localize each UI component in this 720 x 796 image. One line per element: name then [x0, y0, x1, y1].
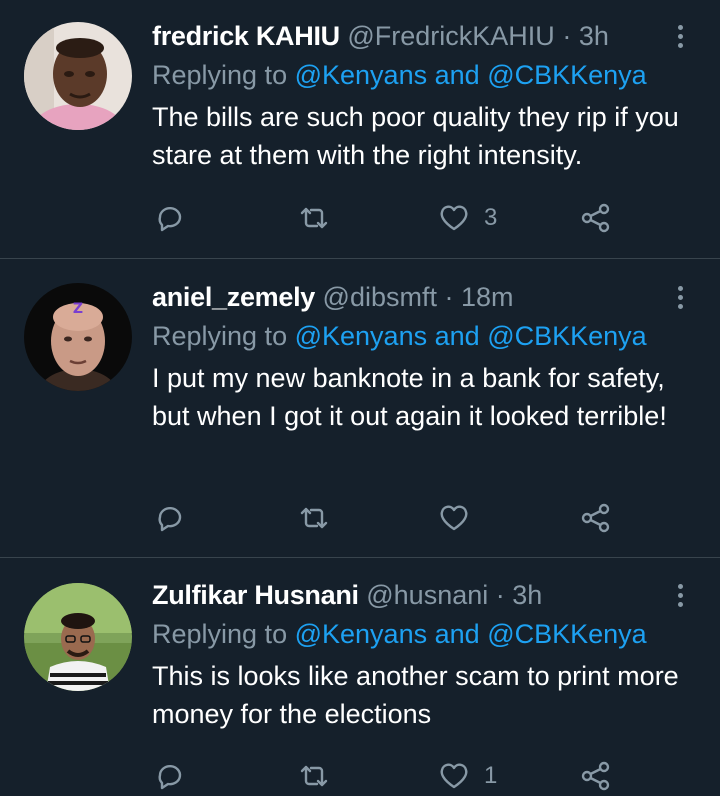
tweet-text: The bills are such poor quality they rip… — [152, 102, 679, 170]
share-button[interactable] — [580, 198, 612, 238]
retweet-button[interactable] — [298, 198, 330, 238]
like-count: 3 — [484, 204, 498, 231]
like-count: 1 — [484, 762, 498, 789]
share-button[interactable] — [580, 498, 612, 538]
heart-icon — [440, 505, 468, 531]
svg-text:Z: Z — [73, 301, 83, 317]
avatar-image — [24, 583, 132, 691]
share-icon — [581, 203, 610, 233]
share-icon — [581, 503, 610, 533]
reply-button[interactable] — [154, 756, 186, 796]
reply-icon — [158, 206, 182, 232]
tweet-text: This is looks like another scam to print… — [152, 661, 679, 729]
retweet-icon — [300, 765, 328, 787]
retweet-icon — [300, 207, 328, 229]
avatar[interactable] — [24, 583, 132, 691]
like-button[interactable]: 1 — [438, 756, 497, 796]
display-name[interactable]: aniel_zemely — [152, 282, 315, 312]
more-vertical-icon[interactable] — [670, 283, 690, 313]
avatar[interactable] — [24, 22, 132, 130]
reply-button[interactable] — [154, 198, 186, 238]
user-handle[interactable]: @FredrickKAHIU — [347, 21, 554, 51]
heart-icon — [440, 205, 468, 231]
tweet[interactable]: Zulfikar Husnani @husnani · 3h Replying … — [0, 577, 720, 794]
mention-link[interactable]: @Kenyans — [295, 619, 427, 649]
mention-link[interactable]: @CBKKenya — [487, 321, 646, 351]
mention-link[interactable]: @Kenyans — [295, 321, 427, 351]
avatar[interactable]: Z — [24, 283, 132, 391]
replying-to-label: Replying to — [152, 619, 288, 649]
tweet[interactable]: fredrick KAHIU @FredrickKAHIU · 3h Reply… — [0, 18, 720, 258]
replying-to: Replying to @Kenyans and @CBKKenya — [152, 56, 647, 94]
retweet-button[interactable] — [298, 756, 330, 796]
mention-link[interactable]: @CBKKenya — [487, 619, 646, 649]
replying-to-label: Replying to — [152, 321, 288, 351]
timestamp[interactable]: 18m — [461, 282, 514, 312]
mention-and: and — [434, 619, 480, 649]
user-handle[interactable]: @dibsmft — [323, 282, 437, 312]
display-name[interactable]: Zulfikar Husnani — [152, 580, 359, 610]
heart-icon — [440, 763, 468, 789]
reply-icon — [158, 506, 182, 532]
retweet-icon — [300, 507, 328, 529]
replying-to-label: Replying to — [152, 60, 288, 90]
mention-and: and — [434, 60, 480, 90]
timestamp[interactable]: 3h — [512, 580, 542, 610]
divider — [0, 258, 720, 259]
more-vertical-icon[interactable] — [670, 581, 690, 611]
timestamp[interactable]: 3h — [579, 21, 609, 51]
avatar-image: Z — [24, 283, 132, 391]
divider — [0, 557, 720, 558]
separator-dot: · — [562, 21, 572, 51]
retweet-button[interactable] — [298, 498, 330, 538]
replying-to: Replying to @Kenyans and @CBKKenya — [152, 615, 647, 653]
separator-dot: · — [444, 282, 454, 312]
share-icon — [581, 761, 610, 791]
more-vertical-icon[interactable] — [670, 22, 690, 52]
reply-button[interactable] — [154, 498, 186, 538]
avatar-image — [24, 22, 132, 130]
separator-dot: · — [495, 580, 505, 610]
share-button[interactable] — [580, 756, 612, 796]
reply-icon — [158, 764, 182, 790]
mention-and: and — [434, 321, 480, 351]
like-button[interactable] — [438, 498, 484, 538]
display-name[interactable]: fredrick KAHIU — [152, 21, 340, 51]
tweet[interactable]: Z aniel_zemely @dibsmft · 18m Replying t… — [0, 279, 720, 557]
mention-link[interactable]: @Kenyans — [295, 60, 427, 90]
replying-to: Replying to @Kenyans and @CBKKenya — [152, 317, 647, 355]
tweet-text: I put my new banknote in a bank for safe… — [152, 363, 667, 431]
mention-link[interactable]: @CBKKenya — [487, 60, 646, 90]
user-handle[interactable]: @husnani — [366, 580, 488, 610]
like-button[interactable]: 3 — [438, 198, 497, 238]
